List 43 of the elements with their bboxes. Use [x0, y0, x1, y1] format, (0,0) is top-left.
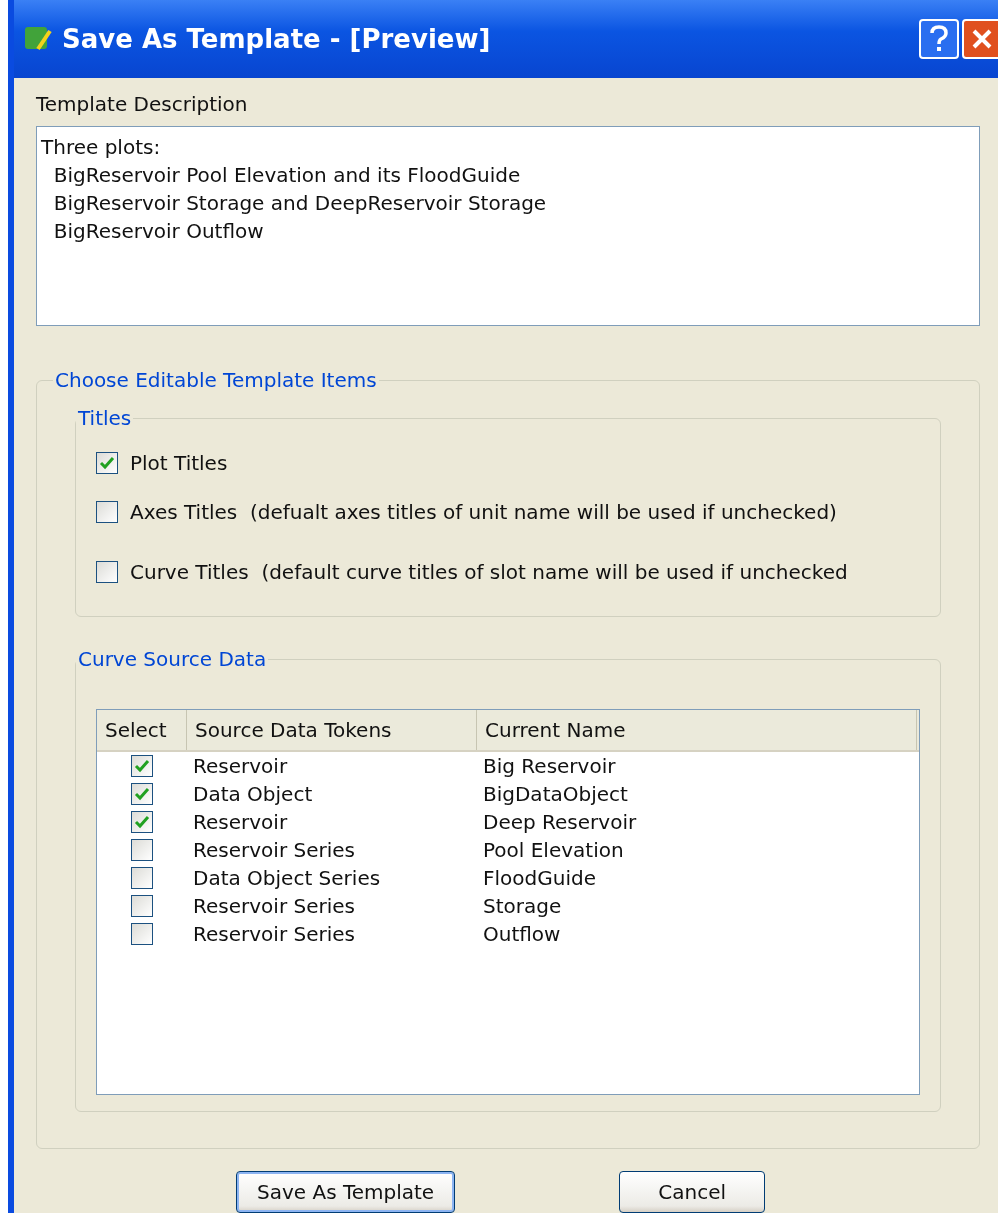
close-button[interactable] — [962, 19, 998, 59]
checkbox[interactable] — [96, 452, 118, 474]
cancel-button[interactable]: Cancel — [619, 1171, 766, 1213]
group-title: Titles — [77, 406, 133, 430]
table-cell-text: Reservoir — [192, 810, 289, 834]
checkbox-label[interactable]: Axes Titles (defualt axes titles of unit name will be used if unchecked) — [130, 500, 837, 524]
table-cell-text: Pool Elevation — [482, 838, 625, 862]
column-header[interactable]: Source Data Tokens — [187, 710, 477, 750]
table-cell-text: Deep Reservoir — [482, 810, 638, 834]
help-button[interactable] — [919, 19, 959, 59]
table-cell-text: Reservoir Series — [192, 894, 356, 918]
table-cell-text: Data Object Series — [192, 866, 382, 890]
table-cell-text: Storage — [482, 894, 563, 918]
description-field[interactable]: Three plots: BigReservoir Pool Elevation and its FloodGuide BigReservoir Storage and DeepReservoir Storage BigReservoir Outflow — [36, 126, 980, 326]
checkbox[interactable] — [96, 501, 118, 523]
save-button[interactable]: Save As Template — [236, 1171, 456, 1213]
checkbox[interactable] — [131, 867, 153, 889]
table-cell-text: Data Object — [192, 782, 314, 806]
checkbox-label[interactable]: Plot Titles — [130, 451, 228, 475]
column-header[interactable]: Current Name — [477, 710, 917, 750]
checkbox[interactable] — [96, 561, 118, 583]
table-cell-text: Reservoir — [192, 754, 289, 778]
checkbox[interactable] — [131, 783, 153, 805]
table-cell-text: BigDataObject — [482, 782, 629, 806]
close-icon[interactable] — [971, 28, 993, 50]
table-cell-text: Outflow — [482, 922, 562, 946]
help-icon[interactable] — [929, 25, 949, 53]
table-cell-text: Big Reservoir — [482, 754, 617, 778]
window-title: Save As Template - [Preview] — [62, 24, 492, 54]
table-cell-text: FloodGuide — [482, 866, 597, 890]
checkbox[interactable] — [131, 839, 153, 861]
app-logo-icon — [24, 25, 52, 53]
checkbox[interactable] — [131, 923, 153, 945]
column-header[interactable]: Select — [97, 710, 187, 750]
group-title: Curve Source Data — [77, 647, 268, 671]
checkbox[interactable] — [131, 811, 153, 833]
table-cell-text: Reservoir Series — [192, 922, 356, 946]
checkbox[interactable] — [131, 755, 153, 777]
field-label: Template Description — [36, 92, 249, 116]
checkbox-label[interactable]: Curve Titles (default curve titles of slot name will be used if unchecked — [130, 560, 848, 584]
group-title: Choose Editable Template Items — [54, 368, 378, 392]
table-cell-text: Reservoir Series — [192, 838, 356, 862]
checkbox[interactable] — [131, 895, 153, 917]
